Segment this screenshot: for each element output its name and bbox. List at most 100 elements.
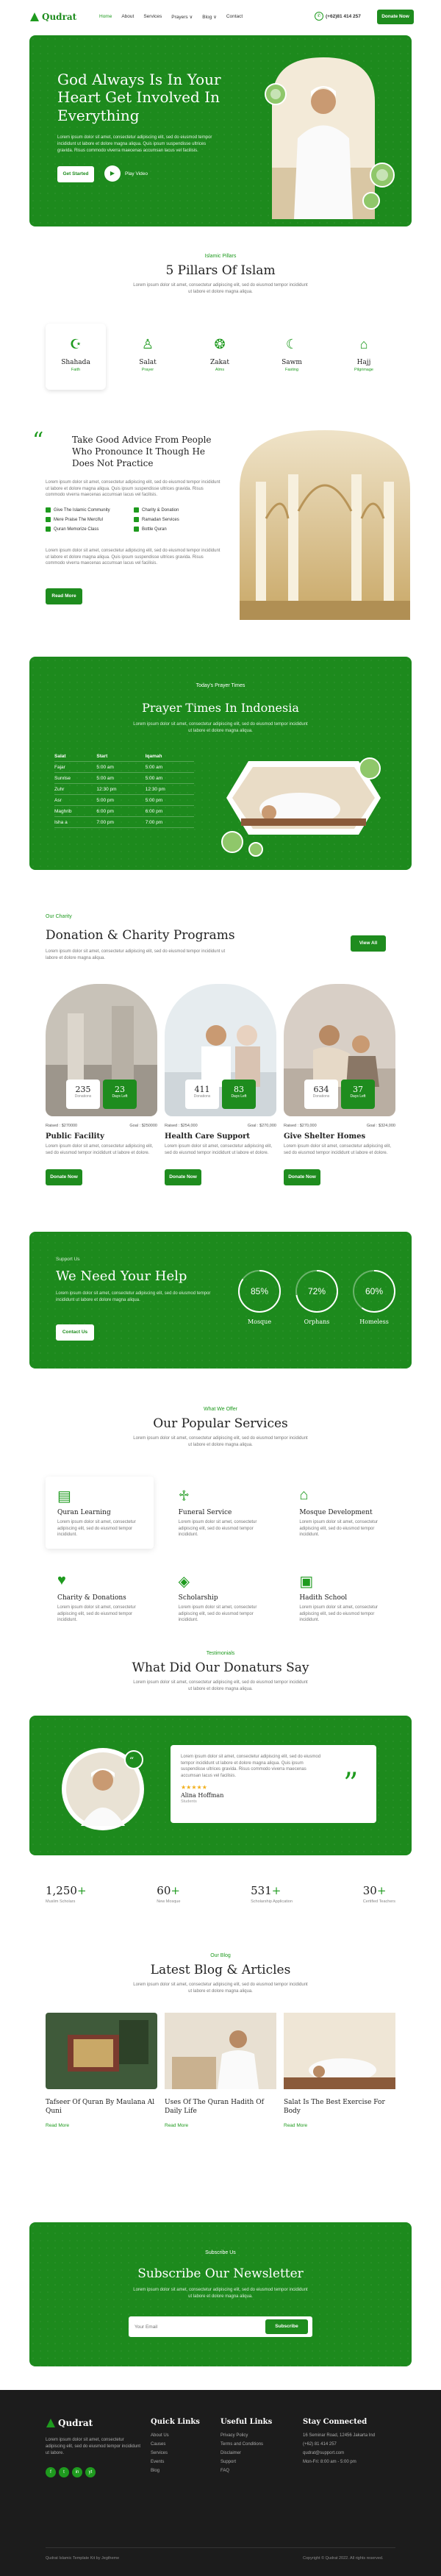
pillar-card-hajj[interactable]: ⌂ Hajj Pilgrimage: [334, 324, 394, 390]
prayer-subtitle: Today's Prayer Times: [196, 683, 245, 688]
linkedin-icon[interactable]: in: [72, 2467, 82, 2477]
footer-link[interactable]: About Us: [151, 2433, 200, 2438]
services-grid: ▤ Quran Learning Lorem ipsum dolor sit a…: [46, 1477, 395, 1634]
goal-amount: Goal : $324,000: [366, 1124, 395, 1128]
donations-label: Donations: [193, 1094, 211, 1099]
pillar-sub: Faith: [71, 368, 81, 372]
post-title[interactable]: Uses Of The Quran Hadith Of Daily Life: [165, 2099, 276, 2116]
days-left-stat: 37 Days Left: [341, 1080, 375, 1109]
service-card[interactable]: ⌂ Mosque Development Lorem ipsum dolor s…: [287, 1477, 395, 1549]
read-more-link[interactable]: Read More: [46, 2123, 157, 2128]
nav-prayers[interactable]: Prayers ∨: [171, 14, 193, 20]
charity-title: Donation & Charity Programs: [46, 928, 235, 943]
hero-title: God Always Is In Your Heart Get Involved…: [57, 71, 221, 124]
header-start: Start: [96, 751, 146, 762]
pillar-card-sawm[interactable]: ☾ Sawm Fasting: [262, 324, 322, 390]
post-title[interactable]: Salat Is The Best Exercise For Body: [284, 2099, 395, 2116]
quran-icon: ▤: [57, 1488, 71, 1505]
quran-blog-image: [46, 2013, 157, 2089]
funding-row: Raised : $270000 Goal : $250000: [46, 1124, 157, 1128]
youtube-icon[interactable]: yt: [85, 2467, 96, 2477]
view-all-button[interactable]: View All: [351, 935, 386, 952]
hadith-icon: ▣: [299, 1574, 314, 1591]
footer-link[interactable]: Privacy Policy: [220, 2433, 272, 2438]
facebook-icon[interactable]: f: [46, 2467, 56, 2477]
donate-now-button[interactable]: Donate Now: [165, 1169, 201, 1186]
pillar-card-salat[interactable]: ♙ Salat Prayer: [118, 324, 178, 390]
mosque-icon: ⌂: [299, 1487, 309, 1503]
read-more-link[interactable]: Read More: [165, 2123, 276, 2128]
service-card[interactable]: ▣ Hadith School Lorem ipsum dolor sit am…: [287, 1562, 395, 1634]
blog-card[interactable]: Tafseer Of Quran By Maulana Al Quni Read…: [46, 2013, 157, 2128]
counter-suffix: +: [171, 1884, 180, 1897]
pillar-card-zakat[interactable]: ❂ Zakat Alms: [190, 324, 250, 390]
footer-link[interactable]: Terms and Conditions: [220, 2442, 272, 2447]
stat-homeless: 60% Homeless: [353, 1270, 395, 1325]
nav-services[interactable]: Services: [143, 14, 162, 20]
footer-link[interactable]: Services: [151, 2451, 200, 2455]
service-title: Hadith School: [299, 1594, 348, 1602]
check-icon: [134, 527, 139, 532]
footer-link[interactable]: Disclaimer: [220, 2451, 272, 2455]
read-more-button[interactable]: Read More: [46, 588, 82, 604]
charity-subtitle: Our Charity: [46, 914, 72, 919]
check-label: Mere Praise The Merciful: [54, 517, 103, 522]
email-input[interactable]: [135, 2322, 245, 2332]
donate-now-button[interactable]: Donate Now: [46, 1169, 82, 1186]
pillar-sub: Alms: [215, 368, 225, 372]
prayer-table-header: Salat Start Iqamah: [54, 751, 194, 762]
logo[interactable]: Qudrat: [29, 12, 76, 22]
prayer-start: 5:00 am: [96, 761, 146, 773]
donate-button[interactable]: Donate Now: [377, 10, 414, 24]
brand-name: Qudrat: [42, 12, 77, 22]
footer-link[interactable]: Support: [220, 2460, 272, 2464]
check-item: Give The Islamic Community: [46, 507, 134, 513]
footer-logo[interactable]: Qudrat: [46, 2418, 93, 2428]
post-title[interactable]: Tafseer Of Quran By Maulana Al Quni: [46, 2099, 157, 2116]
charity-card[interactable]: 411 Donations 83 Days Left Raised : $254…: [165, 984, 276, 1186]
service-card[interactable]: ▤ Quran Learning Lorem ipsum dolor sit a…: [46, 1477, 154, 1549]
blog-card[interactable]: Uses Of The Quran Hadith Of Daily Life R…: [165, 2013, 276, 2128]
read-more-link[interactable]: Read More: [284, 2123, 395, 2128]
footer-link[interactable]: Events: [151, 2460, 200, 2464]
nav-blog[interactable]: Blog ∨: [202, 14, 217, 20]
newsletter-title: Subscribe Our Newsletter: [137, 2266, 304, 2281]
pillar-card-shahada[interactable]: ☪ Shahada Faith: [46, 324, 106, 390]
donations-label: Donations: [74, 1094, 92, 1099]
donations-count: 634: [313, 1085, 329, 1094]
twitter-icon[interactable]: t: [59, 2467, 69, 2477]
prayer-iqamah: 5:00 am: [145, 761, 194, 773]
table-row: Maghrib 6:00 pm 6:00 pm: [54, 805, 194, 817]
header-salat: Salat: [54, 751, 97, 762]
footer-link[interactable]: Causes: [151, 2442, 200, 2447]
testimonial-card: “ Lorem ipsum dolor sit amet, consectetu…: [29, 1716, 412, 1855]
nav-about[interactable]: About: [121, 14, 134, 20]
alms-icon: ❂: [214, 337, 226, 352]
blog-card[interactable]: Salat Is The Best Exercise For Body Read…: [284, 2013, 395, 2128]
footer-link[interactable]: Blog: [151, 2469, 200, 2473]
blog-text: Lorem ipsum dolor sit amet, consectetur …: [133, 1983, 308, 1994]
service-card[interactable]: ◈ Scholarship Lorem ipsum dolor sit amet…: [167, 1562, 275, 1634]
prayer-start: 5:00 pm: [96, 794, 146, 806]
prayer-name: Sunrise: [54, 772, 97, 784]
nav-contact[interactable]: Contact: [226, 14, 243, 20]
useful-links-title: Useful Links: [220, 2418, 273, 2426]
play-video-button[interactable]: ▶ Play Video: [104, 165, 148, 182]
prayer-text: Lorem ipsum dolor sit amet, consectetur …: [133, 722, 308, 733]
counter: 1,250+ Muslim Scholars: [46, 1884, 87, 1904]
prayer-name: Fajar: [54, 761, 97, 773]
contact-us-button[interactable]: Contact Us: [56, 1324, 94, 1341]
nav-home[interactable]: Home: [99, 14, 112, 20]
service-title: Charity & Donations: [57, 1594, 126, 1602]
counter-suffix: +: [376, 1884, 387, 1897]
charity-card[interactable]: 634 Donations 37 Days Left Raised : $270…: [284, 984, 395, 1186]
footer-link[interactable]: FAQ: [220, 2469, 272, 2473]
service-card[interactable]: ♱ Funeral Service Lorem ipsum dolor sit …: [167, 1477, 275, 1549]
get-started-button[interactable]: Get Started: [57, 166, 94, 182]
donate-now-button[interactable]: Donate Now: [284, 1169, 320, 1186]
subscribe-button[interactable]: Subscribe: [265, 2319, 308, 2334]
health-care-image: 411 Donations 83 Days Left: [165, 984, 276, 1116]
phone[interactable]: ✆ (+62)81 414 257: [315, 12, 361, 21]
service-card[interactable]: ♥ Charity & Donations Lorem ipsum dolor …: [46, 1562, 154, 1634]
charity-card[interactable]: 235 Donations 23 Days Left Raised : $270…: [46, 984, 157, 1186]
